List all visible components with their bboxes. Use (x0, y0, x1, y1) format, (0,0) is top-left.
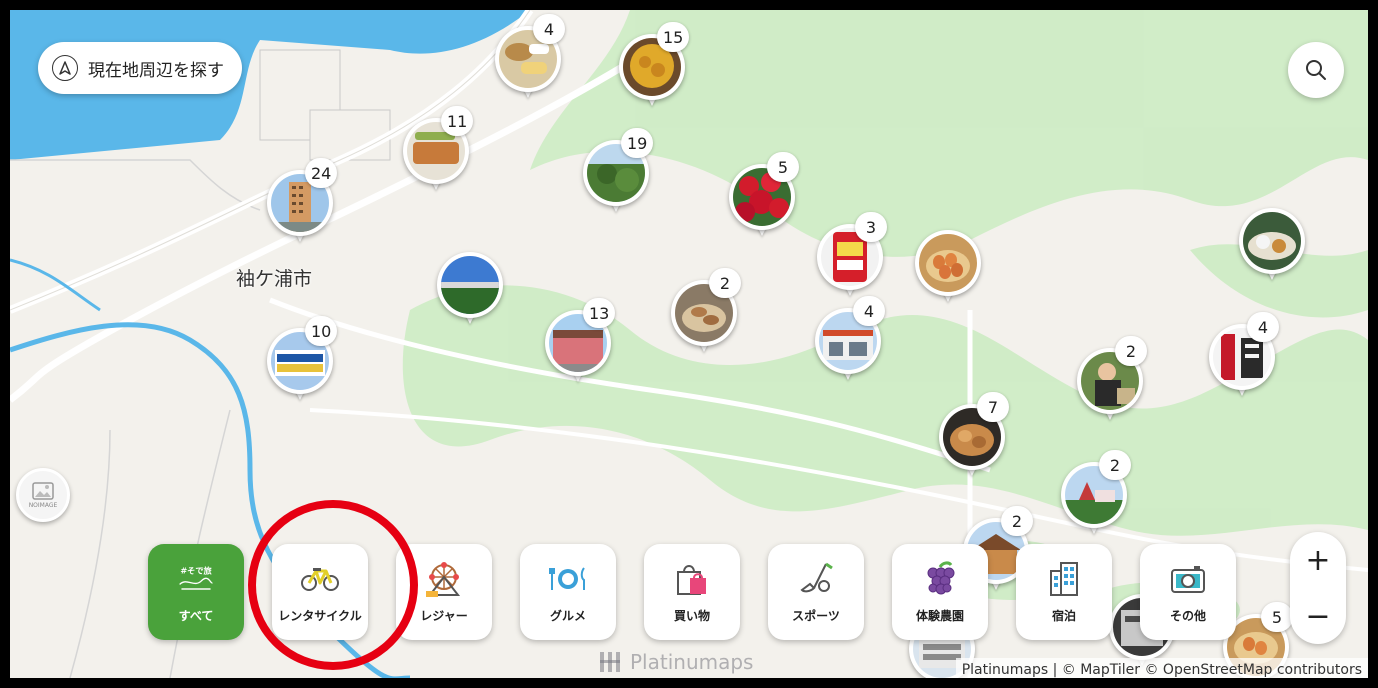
map-marker[interactable]: 4 (1209, 312, 1279, 400)
category-gourmet-button[interactable]: グルメ (520, 544, 616, 640)
category-other-button[interactable]: その他 (1140, 544, 1236, 640)
category-label: レジャー (420, 608, 468, 623)
marker-count-badge: 24 (305, 158, 338, 188)
marker-count-badge: 2 (1001, 506, 1033, 536)
sodetabi-logo-icon: #そで旅 (176, 561, 216, 597)
category-label: 買い物 (673, 608, 710, 623)
camera-icon (1168, 561, 1208, 597)
highlight-annotation-circle (248, 500, 418, 670)
category-label: 宿泊 (1051, 608, 1076, 623)
marker-count-badge: 7 (977, 392, 1009, 422)
map-marker[interactable]: 10 (267, 316, 338, 404)
marker-photo (919, 234, 977, 292)
map-marker[interactable] (915, 230, 981, 306)
category-label: スポーツ (792, 608, 840, 623)
category-label: グルメ (549, 608, 586, 623)
marker-count-badge: 4 (533, 14, 565, 44)
platinumaps-logo-icon (600, 652, 620, 672)
map-marker[interactable]: 2 (1061, 450, 1131, 538)
map-marker[interactable]: 13 (545, 298, 616, 386)
map-marker[interactable]: 5 (729, 152, 799, 240)
golf-icon (796, 561, 836, 597)
marker-photo (441, 256, 499, 314)
category-farm-button[interactable]: 体験農園 (892, 544, 988, 640)
zoom-in-button[interactable]: + (1290, 532, 1346, 588)
category-sports-button[interactable]: スポーツ (768, 544, 864, 640)
map-marker[interactable] (1239, 208, 1305, 284)
marker-count-badge: 5 (767, 152, 799, 182)
ferris-wheel-icon (424, 561, 464, 597)
watermark-text: Platinumaps (630, 650, 754, 674)
map-marker[interactable] (437, 252, 503, 328)
category-all-button[interactable]: #そで旅 すべて (148, 544, 244, 640)
marker-count-badge: 2 (1115, 336, 1147, 366)
map-marker[interactable]: 24 (267, 158, 338, 246)
image-placeholder-icon (32, 481, 54, 500)
category-label: すべて (178, 608, 214, 623)
map-marker[interactable]: 15 (619, 22, 690, 110)
noimage-label: NOIMAGE (28, 501, 58, 509)
grapes-icon (920, 560, 960, 597)
nearby-search-button[interactable]: 現在地周辺を探す (38, 42, 242, 94)
map-marker[interactable]: 4 (815, 296, 885, 384)
marker-count-badge: 2 (1099, 450, 1131, 480)
city-label: 袖ケ浦市 (236, 268, 313, 290)
hotel-building-icon (1044, 561, 1084, 597)
marker-count-badge: 10 (305, 316, 338, 346)
marker-count-badge: 11 (441, 106, 474, 136)
search-icon (1306, 60, 1326, 80)
map-frame: 現在地周辺を探す 袖ケ浦市 4 15 11 24 19 5 3 2 10 13 … (0, 0, 1378, 688)
map-attribution[interactable]: Platinumaps | © MapTiler © OpenStreetMap… (955, 658, 1368, 678)
nearby-search-label: 現在地周辺を探す (88, 60, 224, 81)
marker-count-badge: 2 (709, 268, 741, 298)
category-label: その他 (1169, 608, 1206, 623)
marker-count-badge: 15 (657, 22, 690, 52)
shopping-bag-icon (672, 561, 712, 597)
marker-photo (1243, 212, 1301, 270)
marker-count-badge: 5 (1261, 602, 1293, 632)
marker-count-badge: 3 (855, 212, 887, 242)
marker-count-badge: 19 (621, 128, 654, 158)
category-shopping-button[interactable]: 買い物 (644, 544, 740, 640)
map-marker[interactable]: 4 (495, 14, 565, 102)
zoom-control: + − (1290, 532, 1346, 644)
search-button[interactable] (1288, 42, 1344, 98)
marker-count-badge: 13 (583, 298, 616, 328)
map-marker[interactable]: 2 (671, 268, 741, 356)
plate-cutlery-icon (548, 561, 588, 597)
category-hotel-button[interactable]: 宿泊 (1016, 544, 1112, 640)
platinumaps-watermark: Platinumaps (598, 650, 753, 674)
marker-count-badge: 4 (853, 296, 885, 326)
noimage-marker[interactable]: NOIMAGE (16, 468, 70, 522)
navigation-arrow-icon (52, 55, 78, 81)
logo-text: #そで旅 (180, 565, 212, 575)
zoom-out-button[interactable]: − (1290, 588, 1346, 644)
category-label: 体験農園 (915, 608, 964, 623)
map-marker[interactable]: 19 (583, 128, 654, 216)
map-marker[interactable]: 2 (1077, 336, 1147, 424)
map-marker[interactable]: 7 (939, 392, 1009, 480)
marker-count-badge: 4 (1247, 312, 1279, 342)
map-marker[interactable]: 11 (403, 106, 474, 194)
map-marker[interactable]: 3 (817, 212, 887, 300)
